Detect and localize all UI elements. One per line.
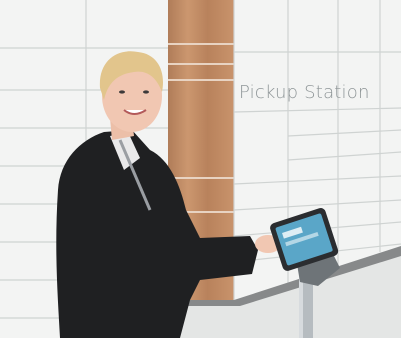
pickup-station-sign: Pickup Station (239, 82, 370, 103)
photo-scene: Pickup Station (0, 0, 401, 338)
photo-illustration (0, 0, 401, 338)
